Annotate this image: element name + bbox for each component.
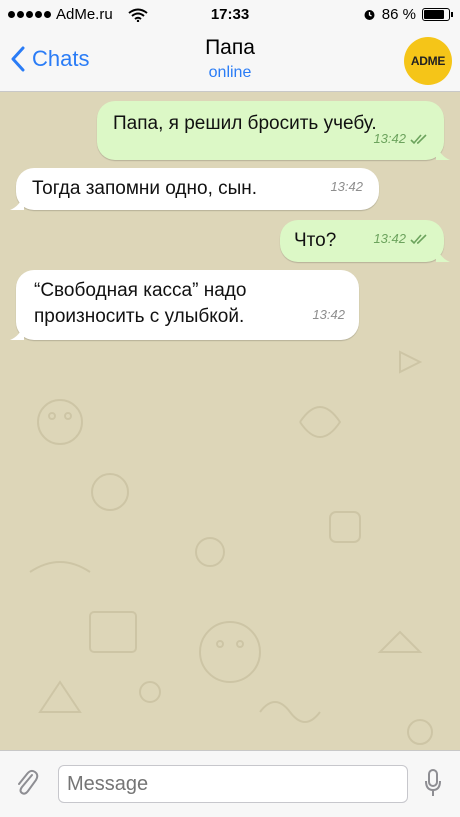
bubble-tail <box>436 246 450 262</box>
message-time: 13:42 <box>330 179 363 194</box>
message-text: Тогда запомни одно, сын. <box>32 178 258 199</box>
message-bubble-outgoing[interactable]: Папа, я решил бросить учебу. 13:42 <box>97 101 450 160</box>
message-time: 13:42 <box>373 231 406 246</box>
alarm-icon <box>364 10 375 20</box>
bubble-tail <box>10 194 24 210</box>
microphone-icon[interactable] <box>424 769 442 797</box>
double-check-icon <box>410 133 427 144</box>
chat-header: Chats Папа online ADME <box>0 30 460 92</box>
battery-icon <box>422 8 453 21</box>
status-right: 86 % <box>363 6 453 23</box>
bubble-tail <box>436 144 450 160</box>
status-bar: AdMe.ru 17:33 86 % <box>0 0 460 30</box>
contact-name[interactable]: Папа <box>0 36 460 60</box>
message-meta: 13:42 <box>373 226 430 252</box>
double-check-icon <box>410 233 427 244</box>
message-text: “Свободная касса” надо произносить с улы… <box>34 280 247 327</box>
avatar[interactable]: ADME <box>404 37 452 85</box>
message-bubble-incoming[interactable]: Тогда запомни одно, сын. 13:42 <box>10 168 379 210</box>
message-meta: 13:42 <box>330 174 363 200</box>
composer-bar <box>0 750 460 817</box>
message-meta: 13:42 <box>312 302 345 328</box>
bubble-tail <box>10 324 24 340</box>
message-bubble-outgoing[interactable]: Что? 13:42 <box>280 220 450 262</box>
paperclip-icon[interactable] <box>14 767 40 797</box>
message-time: 13:42 <box>373 131 406 146</box>
message-meta: 13:42 <box>373 126 430 152</box>
battery-percent: 86 % <box>381 6 416 23</box>
contact-status: online <box>208 64 252 81</box>
message-input[interactable] <box>58 765 408 803</box>
battery-level <box>424 10 445 19</box>
message-bubble-incoming[interactable]: “Свободная касса” надо произносить с улы… <box>10 270 359 340</box>
message-time: 13:42 <box>312 307 345 322</box>
chat-area[interactable]: Папа, я решил бросить учебу. 13:42 Тогда… <box>0 92 460 750</box>
